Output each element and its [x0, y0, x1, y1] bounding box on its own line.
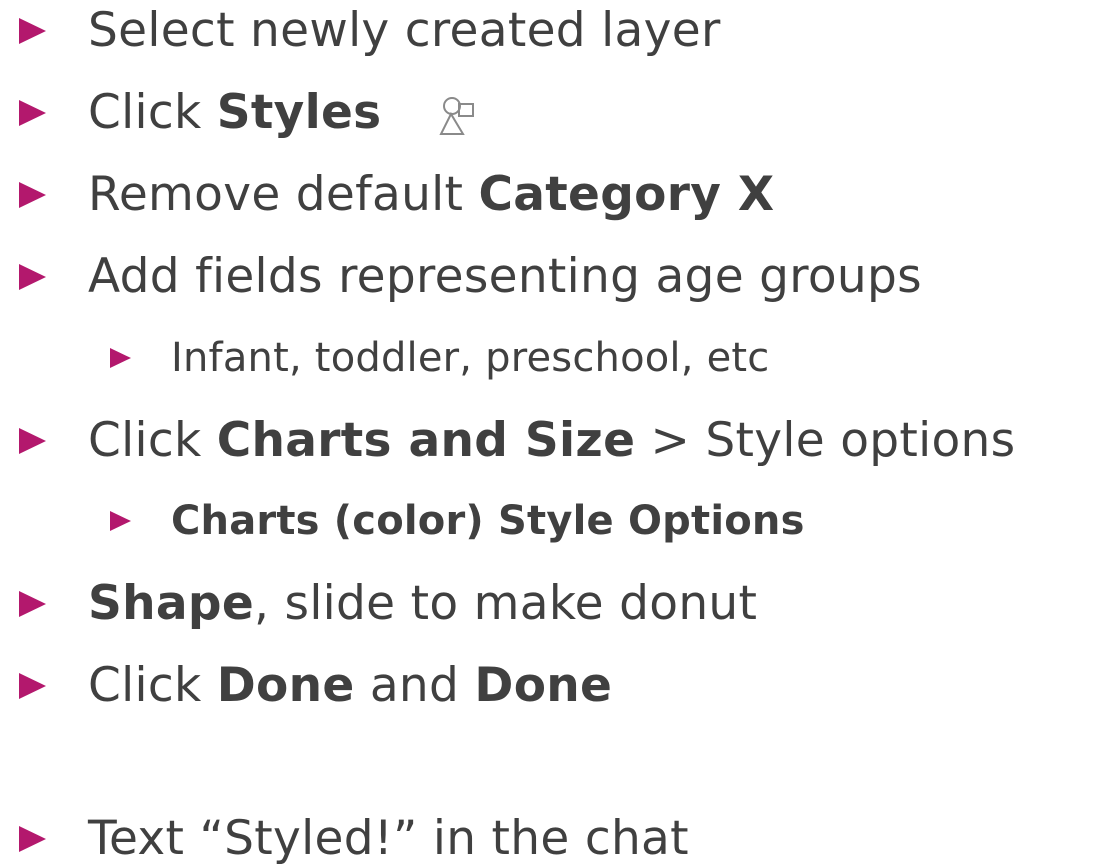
sub-bullet-text: Charts (color) Style Options: [171, 498, 805, 544]
sub-bullet-item-chart-style-options: Charts (color) Style Options: [0, 498, 805, 544]
bullet-text: Add fields representing age groups: [88, 249, 922, 304]
bullet-item-add-fields: Add fields representing age groups: [0, 249, 922, 304]
bullet-text-bold: Category X: [478, 167, 775, 222]
sub-bullet-marker: [110, 511, 131, 531]
bullet-text-plain: Infant, toddler, preschool, etc: [171, 335, 770, 381]
bullet-text-plain: Select newly created layer: [88, 3, 721, 58]
bullet-text-plain: > Style options: [635, 413, 1016, 468]
bullet-text-bold: Styles: [216, 85, 382, 140]
bullet-text-plain: Remove default: [88, 167, 479, 222]
styles-icon: [437, 92, 483, 138]
bullet-item-charts-and-size: Click Charts and Size > Style options: [0, 413, 1015, 468]
bullet-text-bold: Charts and Size: [216, 413, 636, 468]
bullet-marker: [19, 590, 46, 617]
bullet-marker: [19, 672, 46, 699]
sub-bullet-item-age-groups: Infant, toddler, preschool, etc: [0, 335, 769, 381]
bullet-text-bold: Done: [216, 658, 355, 713]
sub-bullet-marker: [110, 348, 131, 368]
bullet-item-click-done: Click Done and Done: [0, 658, 612, 713]
bullet-marker: [19, 263, 46, 290]
sub-bullet-text: Infant, toddler, preschool, etc: [171, 335, 769, 381]
bullet-item-remove-category: Remove default Category X: [0, 167, 774, 222]
bullet-item-text-styled: Text “Styled!” in the chat: [0, 811, 689, 866]
bullet-text: Select newly created layer: [88, 3, 721, 58]
bullet-text: Remove default Category X: [88, 167, 774, 222]
bullet-text: Click Styles: [88, 85, 483, 140]
bullet-text-bold: Done: [474, 658, 613, 713]
bullet-marker: [19, 17, 46, 44]
bullet-text-plain: Click: [88, 658, 217, 713]
bullet-item-click-styles: Click Styles: [0, 85, 483, 140]
bullet-item-select-layer: Select newly created layer: [0, 3, 721, 58]
bullet-text-plain: and: [354, 658, 475, 713]
bullet-text-plain: Add fields representing age groups: [88, 249, 922, 304]
bullet-text: Click Done and Done: [88, 658, 612, 713]
bullet-text: Text “Styled!” in the chat: [88, 811, 689, 866]
bullet-marker: [19, 825, 46, 852]
bullet-item-shape: Shape , slide to make donut: [0, 576, 757, 631]
bullet-text-bold: Charts (color) Style Options: [171, 498, 805, 544]
bullet-marker: [19, 99, 46, 126]
bullet-text-bold: Shape: [88, 576, 255, 631]
bullet-text: Click Charts and Size > Style options: [88, 413, 1015, 468]
bullet-marker: [19, 181, 46, 208]
bullet-text-plain: Click: [88, 413, 217, 468]
bullet-text-plain: , slide to make donut: [254, 576, 758, 631]
bullet-text-plain: Click: [88, 85, 217, 140]
bullet-text: Shape , slide to make donut: [88, 576, 757, 631]
bullet-marker: [19, 427, 46, 454]
bullet-text-plain: Text “Styled!” in the chat: [88, 811, 689, 866]
